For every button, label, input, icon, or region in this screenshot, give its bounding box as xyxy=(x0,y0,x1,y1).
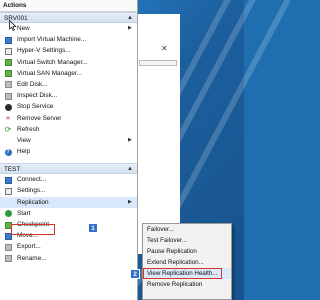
rename-icon xyxy=(4,255,12,263)
action-label: View xyxy=(17,136,31,144)
vm-name: TEST xyxy=(4,166,21,174)
view-icon xyxy=(4,137,12,145)
help-icon: ? xyxy=(4,148,12,156)
action-label: Virtual Switch Manager... xyxy=(17,58,88,66)
action-view[interactable]: View ▶ xyxy=(0,135,137,146)
checkpoint-icon xyxy=(4,221,12,229)
submenu-arrow-icon: ▶ xyxy=(128,136,132,143)
close-icon[interactable]: ✕ xyxy=(161,44,168,53)
action-label: Connect... xyxy=(17,176,47,184)
move-icon xyxy=(4,232,12,240)
action-label: Replication xyxy=(17,198,49,206)
action-label: New xyxy=(17,25,30,32)
action-remove-server[interactable]: ✕ Remove Server xyxy=(0,113,137,124)
import-vm-icon xyxy=(4,36,12,44)
stop-icon xyxy=(4,103,12,111)
action-label: Checkpoint xyxy=(17,221,49,228)
step-badge-2: 2 xyxy=(130,269,140,279)
action-label: Stop Service xyxy=(17,103,54,111)
action-import-vm[interactable]: Import Virtual Machine... xyxy=(0,34,137,45)
action-hyperv-settings[interactable]: Hyper-V Settings... xyxy=(0,45,137,56)
action-stop-service[interactable]: Stop Service xyxy=(0,101,137,112)
switch-manager-icon xyxy=(4,59,12,67)
submenu-view-replication-health[interactable]: View Replication Health... xyxy=(143,268,231,279)
remove-icon: ✕ xyxy=(5,115,11,122)
action-label: Rename... xyxy=(17,254,47,262)
actions-pane-title: Actions xyxy=(0,0,137,12)
action-label: Inspect Disk... xyxy=(17,92,58,100)
hyperv-settings-icon xyxy=(4,47,12,55)
replication-icon xyxy=(4,199,12,207)
refresh-icon: ⟳ xyxy=(4,124,12,134)
settings-icon xyxy=(4,187,12,195)
action-checkpoint[interactable]: Checkpoint xyxy=(0,219,137,230)
background-window-field xyxy=(139,60,177,66)
action-virtual-san-manager[interactable]: Virtual SAN Manager... xyxy=(0,68,137,79)
step-badge-1: 1 xyxy=(88,223,98,233)
section-header-server[interactable]: SRV001 ▲ xyxy=(0,12,137,23)
submenu-extend-replication[interactable]: Extend Replication... xyxy=(143,257,231,268)
action-label: Virtual SAN Manager... xyxy=(17,69,82,77)
action-label: Refresh xyxy=(17,125,40,133)
section-header-vm[interactable]: TEST ▲ xyxy=(0,163,137,175)
action-settings[interactable]: Settings... xyxy=(0,185,137,196)
action-virtual-switch-manager[interactable]: Virtual Switch Manager... xyxy=(0,57,137,68)
background-window: ✕ xyxy=(136,14,180,254)
action-label: Settings... xyxy=(17,187,46,195)
edit-disk-icon xyxy=(4,81,12,89)
submenu-arrow-icon: ▶ xyxy=(128,25,132,31)
submenu-test-failover[interactable]: Test Failover... xyxy=(143,235,231,246)
action-label: Move... xyxy=(17,232,38,240)
action-label: Start xyxy=(17,209,31,217)
action-label: Edit Disk... xyxy=(17,80,48,88)
actions-pane: Actions SRV001 ▲ New ▶ Import Virtual Ma… xyxy=(0,0,138,300)
action-label: Help xyxy=(17,148,31,156)
action-edit-disk[interactable]: Edit Disk... xyxy=(0,79,137,90)
action-connect[interactable]: Connect... xyxy=(0,174,137,185)
action-start[interactable]: Start xyxy=(0,208,137,219)
submenu-remove-replication[interactable]: Remove Replication xyxy=(143,279,231,290)
action-help[interactable]: ? Help xyxy=(0,146,137,157)
action-rename[interactable]: Rename... xyxy=(0,253,137,264)
action-replication[interactable]: Replication ▶ xyxy=(0,196,137,208)
inspect-disk-icon xyxy=(4,92,12,100)
submenu-pause-replication[interactable]: Pause Replication xyxy=(143,246,231,257)
submenu-failover[interactable]: Failover... xyxy=(143,224,231,235)
action-export[interactable]: Export... xyxy=(0,241,137,252)
action-label: Export... xyxy=(17,243,41,251)
connect-icon xyxy=(4,176,12,184)
submenu-arrow-icon: ▶ xyxy=(128,198,132,205)
action-label: Remove Server xyxy=(17,114,62,122)
action-new[interactable]: New ▶ xyxy=(0,23,137,34)
export-icon xyxy=(4,243,12,251)
san-manager-icon xyxy=(4,70,12,78)
start-icon xyxy=(4,210,12,218)
action-move[interactable]: Move... xyxy=(0,230,137,241)
replication-submenu: Failover... Test Failover... Pause Repli… xyxy=(142,223,232,300)
action-refresh[interactable]: ⟳ Refresh xyxy=(0,124,137,135)
action-label: Hyper-V Settings... xyxy=(17,47,71,55)
action-label: Import Virtual Machine... xyxy=(17,36,87,44)
action-inspect-disk[interactable]: Inspect Disk... xyxy=(0,90,137,101)
mouse-cursor-icon xyxy=(9,20,17,31)
